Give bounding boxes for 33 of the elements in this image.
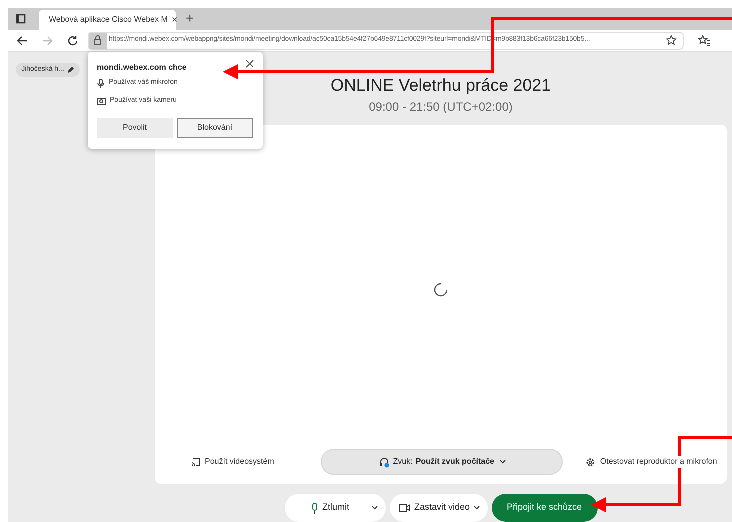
- headset-icon: [379, 456, 390, 468]
- tab-actions-icon[interactable]: [16, 14, 26, 24]
- chevron-down-icon: [474, 506, 480, 510]
- audio-dropdown[interactable]: Zvuk: Použít zvuk počítače: [321, 449, 564, 475]
- mute-button[interactable]: Ztlumit: [284, 494, 386, 522]
- microphone-icon: [97, 78, 105, 88]
- back-icon[interactable]: [16, 34, 28, 46]
- reload-icon[interactable]: [67, 34, 79, 46]
- close-tab-button[interactable]: ×: [172, 12, 178, 28]
- loading-spinner-icon: [434, 282, 448, 296]
- lock-icon[interactable]: [89, 32, 107, 48]
- favorites-icon[interactable]: [698, 34, 710, 46]
- new-tab-button[interactable]: +: [186, 8, 194, 29]
- browser-tab[interactable]: Webová aplikace Cisco Webex M ×: [39, 10, 176, 30]
- tab-title: Webová aplikace Cisco Webex M: [49, 14, 168, 26]
- test-audio-button[interactable]: Otestovat reproduktor a mikrofon: [586, 456, 718, 468]
- pencil-icon: [67, 66, 74, 74]
- video-system-button[interactable]: Použít videosystém: [191, 456, 274, 468]
- video-camera-icon: [398, 504, 410, 512]
- popup-title: mondi.webex.com chce: [97, 62, 187, 74]
- settings-icon: [586, 458, 596, 466]
- chevron-down-icon: [500, 460, 506, 464]
- chevron-down-icon: [372, 506, 378, 510]
- cast-icon: [191, 458, 201, 466]
- meeting-title: ONLINE Veletrhu práce 2021: [330, 76, 552, 96]
- join-meeting-button[interactable]: Připojit ke schůzce: [492, 494, 598, 522]
- stop-video-button[interactable]: Zastavit video: [390, 494, 488, 522]
- camera-icon: [97, 96, 106, 105]
- block-button[interactable]: Blokování: [177, 118, 253, 138]
- meeting-time: 09:00 - 21:50 (UTC+02:00): [369, 100, 513, 114]
- allow-button[interactable]: Povolit: [97, 118, 173, 138]
- microphone-icon: [312, 502, 318, 514]
- favorite-star-icon[interactable]: [666, 35, 677, 46]
